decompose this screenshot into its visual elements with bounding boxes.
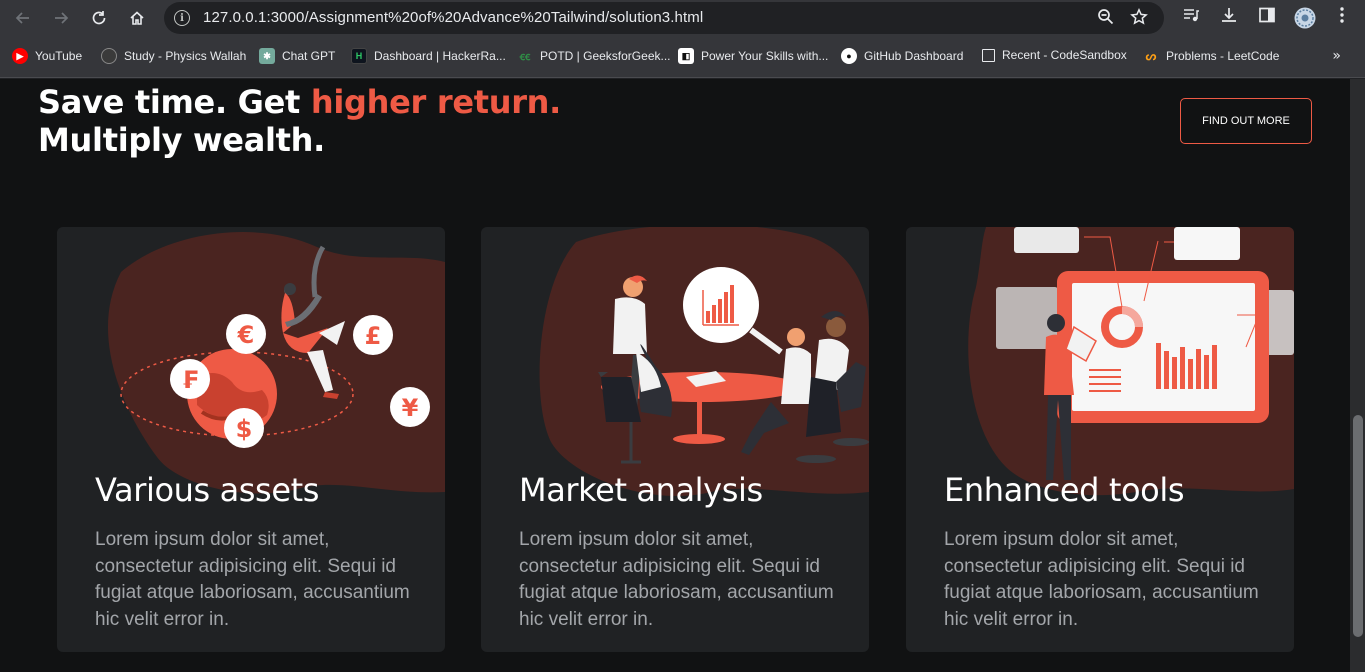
address-bar[interactable]: i 127.0.0.1:3000/Assignment%20of%20Advan… — [164, 2, 1164, 34]
bookmark-label: Study - Physics Wallah — [124, 49, 247, 63]
leetcode-icon: ᔕ — [1145, 49, 1157, 63]
bookmark-chatgpt[interactable]: ✱ Chat GPT — [259, 48, 335, 64]
bookmark-label: Power Your Skills with... — [701, 49, 829, 63]
franc-coin-icon: ₣ — [170, 359, 210, 399]
url-text[interactable]: 127.0.0.1:3000/Assignment%20of%20Advance… — [203, 9, 703, 26]
bookmark-label: Dashboard | HackerRa... — [374, 49, 506, 63]
yen-coin-icon: ¥ — [390, 387, 430, 427]
bookmark-hackerrank[interactable]: H Dashboard | HackerRa... — [351, 48, 506, 64]
dollar-coin-icon: $ — [224, 408, 264, 448]
zoom-icon[interactable] — [1097, 8, 1114, 29]
feature-card-various-assets: € £ ₣ ¥ $ Various assets Lorem ipsum dol… — [57, 227, 445, 652]
star-icon[interactable] — [1130, 7, 1148, 30]
side-panel-icon[interactable] — [1258, 6, 1276, 28]
hero-headline: Save time. Get higher return. Multiply w… — [38, 83, 561, 159]
back-arrow-icon[interactable] — [10, 5, 36, 31]
bookmark-label: Chat GPT — [282, 49, 336, 63]
currency-globe-illustration: € £ ₣ ¥ $ — [107, 232, 445, 494]
euro-coin-icon: € — [226, 314, 266, 354]
reload-icon[interactable] — [86, 5, 112, 31]
media-control-icon[interactable] — [1182, 6, 1200, 28]
bookmark-geeksforgeeks[interactable]: ꞓꞓ POTD | GeeksforGeek... — [517, 48, 671, 64]
youtube-icon: ▶ — [12, 48, 28, 64]
chatgpt-icon: ✱ — [259, 48, 275, 64]
scrollbar-thumb[interactable] — [1353, 415, 1363, 637]
svg-text:¥: ¥ — [402, 394, 419, 422]
meeting-chart-illustration — [539, 227, 869, 496]
more-bookmarks-button[interactable]: » — [1332, 48, 1341, 64]
codesandbox-icon — [982, 48, 995, 62]
feature-card-market-analysis: Market analysis Lorem ipsum dolor sit am… — [481, 227, 869, 652]
github-icon: ● — [841, 48, 857, 64]
headline-accent: higher return. — [310, 83, 562, 121]
card-title: Market analysis — [519, 471, 763, 509]
download-icon[interactable] — [1220, 6, 1238, 28]
forward-arrow-icon[interactable] — [48, 5, 74, 31]
bookmark-leetcode[interactable]: ᔕ Problems - LeetCode — [1143, 48, 1280, 64]
card-body: Lorem ipsum dolor sit amet, consectetur … — [95, 529, 410, 630]
geeksforgeeks-icon: ꞓꞓ — [519, 50, 531, 63]
svg-text:£: £ — [365, 322, 382, 350]
bookmark-label: Recent - CodeSandbox — [1002, 48, 1127, 62]
profile-avatar[interactable] — [1294, 7, 1316, 33]
headline-line2: Multiply wealth. — [38, 121, 325, 159]
site-info-icon[interactable]: i — [174, 10, 190, 26]
hackerrank-icon: H — [351, 48, 367, 64]
kebab-menu-icon[interactable] — [1336, 6, 1348, 28]
svg-text:$: $ — [236, 415, 253, 443]
skills-icon: ◧ — [678, 48, 694, 64]
card-body: Lorem ipsum dolor sit amet, consectetur … — [944, 529, 1259, 630]
card-title: Various assets — [95, 471, 320, 509]
feature-card-enhanced-tools: Enhanced tools Lorem ipsum dolor sit ame… — [906, 227, 1294, 652]
bookmark-label: Problems - LeetCode — [1166, 49, 1280, 63]
bookmark-github[interactable]: ● GitHub Dashboard — [841, 48, 963, 64]
bookmark-codesandbox[interactable]: Recent - CodeSandbox — [982, 48, 1127, 62]
svg-text:€: € — [237, 321, 255, 349]
card-body: Lorem ipsum dolor sit amet, consectetur … — [519, 529, 834, 630]
card-title: Enhanced tools — [944, 471, 1185, 509]
bookmark-youtube[interactable]: ▶ YouTube — [12, 48, 82, 64]
bookmark-label: POTD | GeeksforGeek... — [540, 49, 671, 63]
bookmark-skills[interactable]: ◧ Power Your Skills with... — [678, 48, 828, 64]
headline-prefix: Save time. Get — [38, 83, 311, 121]
home-icon[interactable] — [124, 5, 150, 31]
bookmark-label: GitHub Dashboard — [864, 49, 964, 63]
page-content: Save time. Get higher return. Multiply w… — [0, 79, 1365, 672]
browser-toolbar: i 127.0.0.1:3000/Assignment%20of%20Advan… — [0, 0, 1365, 36]
physics-wallah-icon — [101, 48, 117, 64]
page-scrollbar[interactable] — [1350, 79, 1365, 672]
pound-coin-icon: £ — [353, 315, 393, 355]
bookmarks-bar: ▶ YouTube Study - Physics Wallah ✱ Chat … — [0, 36, 1365, 78]
svg-text:₣: ₣ — [182, 366, 199, 394]
dashboard-tools-illustration — [968, 227, 1294, 496]
bookmark-label: YouTube — [35, 49, 83, 63]
bookmark-physics-wallah[interactable]: Study - Physics Wallah — [101, 48, 246, 64]
find-out-more-button[interactable]: FIND OUT MORE — [1180, 98, 1312, 144]
